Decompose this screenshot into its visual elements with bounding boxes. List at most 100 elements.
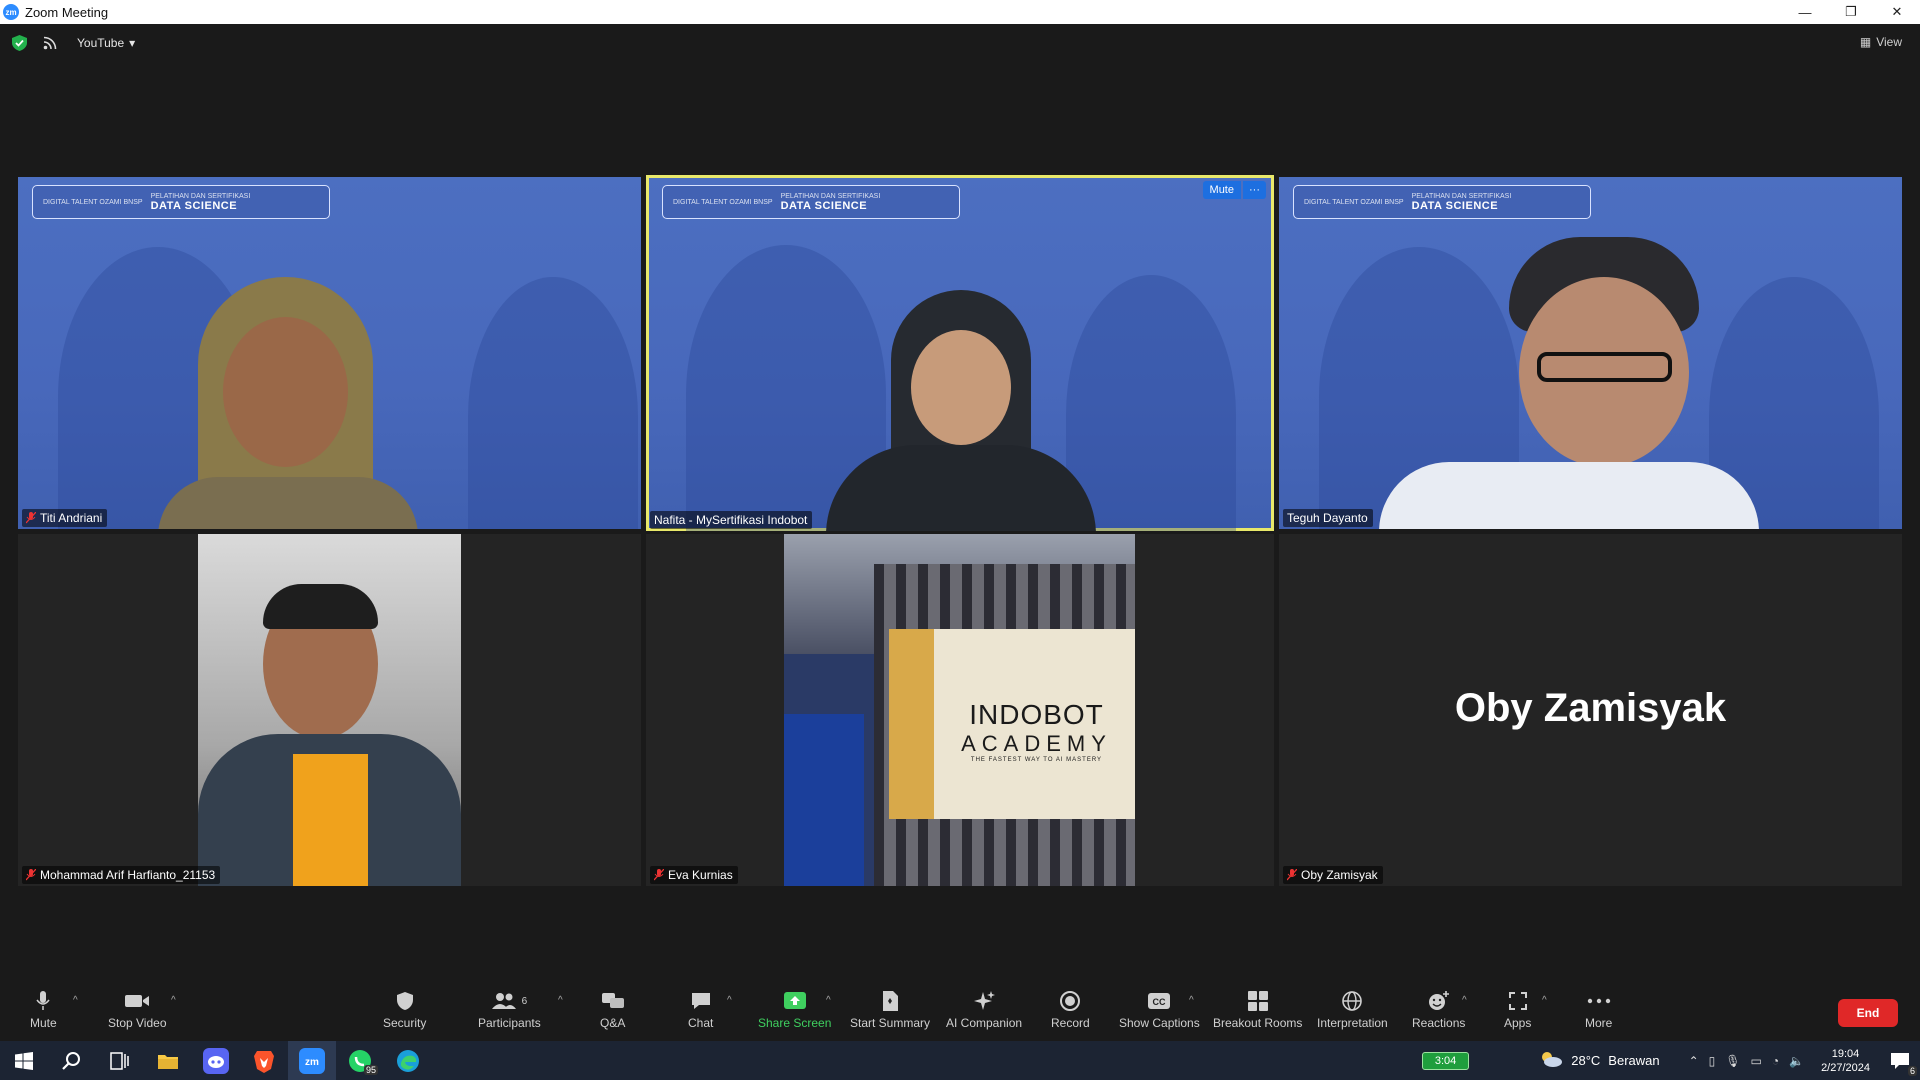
battery-timer-widget[interactable]: 3:04 — [1421, 1051, 1470, 1070]
whatsapp-icon[interactable]: 95 — [336, 1041, 384, 1080]
apps-options-chevron-icon[interactable]: ^ — [1542, 995, 1547, 1006]
participant-video — [158, 277, 418, 529]
mic-muted-icon — [26, 869, 36, 881]
video-tile[interactable]: Mohammad Arif Harfianto_21153 — [18, 534, 641, 886]
video-camera-icon — [124, 989, 150, 1013]
record-button[interactable]: Record — [1051, 989, 1090, 1030]
clock-date: 2/27/2024 — [1821, 1061, 1870, 1074]
record-icon — [1059, 989, 1081, 1013]
notification-center-icon[interactable]: 6 — [1880, 1041, 1920, 1080]
chevron-up-icon[interactable]: ⌃ — [1689, 1054, 1699, 1068]
zoom-icon: zm — [3, 4, 19, 20]
zoom-taskbar-icon[interactable]: zm — [288, 1041, 336, 1080]
event-banner: DIGITAL TALENT OZAMI BNSP PELATIHAN DAN … — [1293, 185, 1591, 219]
window-titlebar: zm Zoom Meeting — ❐ ✕ — [0, 0, 1920, 24]
close-button[interactable]: ✕ — [1874, 0, 1920, 24]
share-screen-button[interactable]: Share Screen — [758, 989, 831, 1030]
chat-button[interactable]: Chat — [688, 989, 713, 1030]
qa-button[interactable]: Q&A — [600, 989, 625, 1030]
clock[interactable]: 19:04 2/27/2024 — [1821, 1047, 1870, 1075]
share-screen-icon — [783, 989, 807, 1013]
video-tile[interactable]: DIGITAL TALENT OZAMI BNSP PELATIHAN DAN … — [18, 177, 641, 529]
audio-options-chevron-icon[interactable]: ^ — [73, 995, 78, 1006]
more-button[interactable]: More — [1585, 989, 1612, 1030]
whatsapp-unread-badge: 95 — [363, 1065, 378, 1075]
video-tile-active-speaker[interactable]: DIGITAL TALENT OZAMI BNSP PELATIHAN DAN … — [646, 175, 1274, 531]
show-captions-button[interactable]: CC Show Captions — [1119, 989, 1200, 1030]
encryption-shield-icon[interactable] — [12, 35, 27, 51]
view-label: View — [1876, 35, 1902, 49]
live-destination-dropdown[interactable]: YouTube ▾ — [77, 36, 135, 50]
apps-icon — [1508, 989, 1528, 1013]
svg-text:zm: zm — [305, 1057, 319, 1068]
tile-mute-button[interactable]: Mute — [1202, 181, 1241, 199]
chat-options-chevron-icon[interactable]: ^ — [727, 995, 732, 1006]
weather-temp: 28°C — [1571, 1053, 1601, 1068]
tile-more-button[interactable]: ··· — [1243, 181, 1266, 199]
reactions-button[interactable]: Reactions — [1412, 989, 1465, 1030]
video-tile[interactable]: DIGITAL TALENT OZAMI BNSP PELATIHAN DAN … — [1279, 177, 1902, 529]
qa-icon — [601, 989, 625, 1013]
brave-browser-icon[interactable] — [240, 1041, 288, 1080]
file-explorer-icon[interactable] — [144, 1041, 192, 1080]
clock-time: 19:04 — [1831, 1047, 1860, 1060]
share-options-chevron-icon[interactable]: ^ — [826, 995, 831, 1006]
windows-taskbar: zm 95 3:04 28°C Berawan ⌃ ▯ 🎙 ▭ ◔ 🔈 19:0… — [0, 1041, 1920, 1080]
interpretation-button[interactable]: Interpretation — [1317, 989, 1388, 1030]
minimize-button[interactable]: — — [1782, 0, 1828, 24]
start-summary-button[interactable]: Start Summary — [850, 989, 930, 1030]
video-tile[interactable]: Oby Zamisyak Oby Zamisyak — [1279, 534, 1902, 886]
battery-icon[interactable]: ▭ — [1751, 1054, 1762, 1068]
apps-button[interactable]: Apps — [1504, 989, 1531, 1030]
event-banner: DIGITAL TALENT OZAMI BNSP PELATIHAN DAN … — [32, 185, 330, 219]
mic-muted-icon — [1287, 869, 1297, 881]
weather-widget[interactable]: 28°C Berawan — [1539, 1050, 1660, 1071]
window-title: Zoom Meeting — [25, 4, 109, 20]
windows-start-icon[interactable] — [0, 1041, 48, 1080]
tile-controls: Mute ··· — [1202, 181, 1266, 199]
participant-video: INDOBOT ACADEMY THE FASTEST WAY TO AI MA… — [784, 534, 1135, 886]
live-stream-icon[interactable] — [43, 36, 57, 50]
discord-icon[interactable] — [192, 1041, 240, 1080]
breakout-rooms-button[interactable]: Breakout Rooms — [1213, 989, 1302, 1030]
participants-count: 6 — [521, 995, 528, 1007]
view-button[interactable]: ▦ View — [1860, 35, 1902, 49]
participants-options-chevron-icon[interactable]: ^ — [558, 995, 563, 1006]
globe-icon — [1341, 989, 1363, 1013]
device-icon[interactable]: ▯ — [1709, 1054, 1716, 1068]
stop-video-button[interactable]: Stop Video — [108, 989, 167, 1030]
smiley-plus-icon — [1427, 989, 1451, 1013]
summary-document-icon — [881, 989, 899, 1013]
window-controls: — ❐ ✕ — [1782, 0, 1920, 24]
reactions-options-chevron-icon[interactable]: ^ — [1462, 995, 1467, 1006]
participant-name-tag: Oby Zamisyak — [1283, 866, 1383, 884]
microphone-tray-icon[interactable]: 🎙 — [1725, 1054, 1740, 1068]
task-view-icon[interactable] — [96, 1041, 144, 1080]
live-destination-label: YouTube — [77, 36, 125, 50]
video-tile[interactable]: INDOBOT ACADEMY THE FASTEST WAY TO AI MA… — [646, 534, 1274, 886]
participant-video — [1379, 227, 1759, 529]
notification-count-badge: 6 — [1907, 1066, 1917, 1076]
restore-button[interactable]: ❐ — [1828, 0, 1874, 24]
event-banner: DIGITAL TALENT OZAMI BNSP PELATIHAN DAN … — [662, 185, 960, 219]
captions-options-chevron-icon[interactable]: ^ — [1189, 995, 1194, 1006]
mic-muted-icon — [26, 512, 36, 524]
participant-name-tag: Teguh Dayanto — [1283, 509, 1373, 527]
indobot-sign: INDOBOT ACADEMY THE FASTEST WAY TO AI MA… — [961, 699, 1112, 763]
participants-button[interactable]: 6 Participants — [478, 989, 541, 1030]
security-button[interactable]: Security — [383, 989, 426, 1030]
ai-companion-button[interactable]: AI Companion — [946, 989, 1022, 1030]
participant-avatar-name: Oby Zamisyak — [1454, 686, 1727, 730]
weather-description: Berawan — [1608, 1053, 1660, 1068]
wifi-icon[interactable]: ◔ — [1772, 1054, 1779, 1068]
end-meeting-button[interactable]: End — [1838, 999, 1898, 1027]
microphone-icon — [35, 989, 51, 1013]
chat-icon — [690, 989, 712, 1013]
participant-name-tag: Eva Kurnias — [650, 866, 738, 884]
participant-name-tag: Mohammad Arif Harfianto_21153 — [22, 866, 221, 884]
mute-button[interactable]: Mute — [30, 989, 57, 1030]
edge-browser-icon[interactable] — [384, 1041, 432, 1080]
video-options-chevron-icon[interactable]: ^ — [171, 995, 176, 1006]
search-icon[interactable] — [48, 1041, 96, 1080]
volume-icon[interactable]: 🔈 — [1789, 1054, 1804, 1068]
